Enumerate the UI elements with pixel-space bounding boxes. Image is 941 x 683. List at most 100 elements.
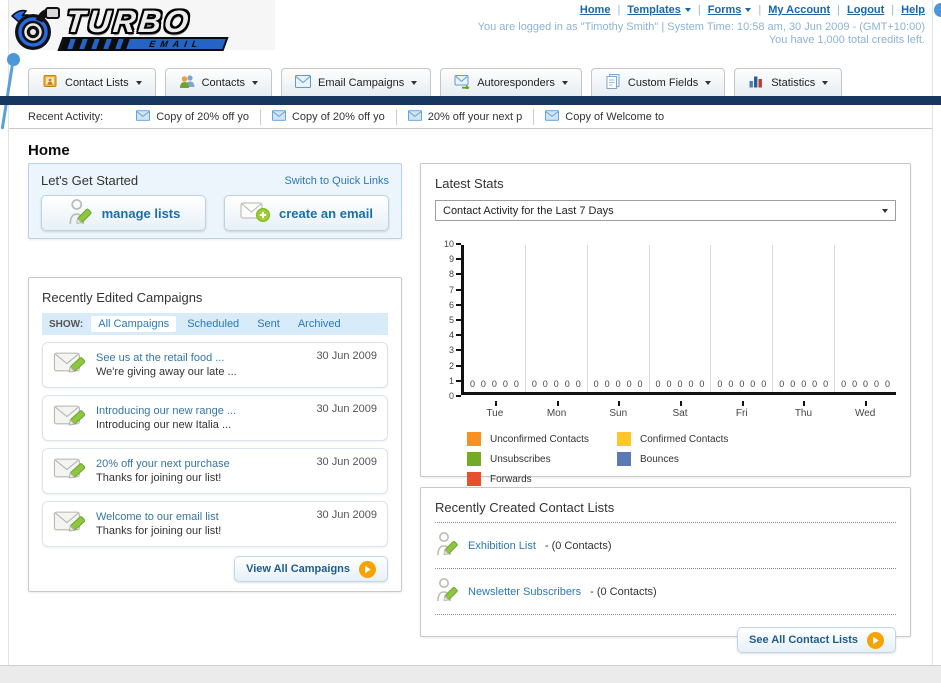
chart-value-label: 0: [480, 379, 486, 389]
chart-value-label: 0: [502, 379, 508, 389]
top-nav-my-account[interactable]: My Account: [768, 4, 830, 16]
chart-day-label: Tue: [464, 401, 526, 419]
campaign-subtitle: Introducing our new Italia ...: [96, 419, 232, 431]
chart-value-label: 0: [852, 379, 858, 389]
switch-quick-links-link[interactable]: Switch to Quick Links: [284, 175, 389, 187]
chart-value-label: 0: [469, 379, 475, 389]
campaign-subtitle: We're giving away our late ...: [96, 366, 237, 378]
tab-autoresponders[interactable]: Autoresponders: [440, 68, 582, 96]
recent-activity-item[interactable]: Copy of 20% off yo: [259, 108, 396, 125]
envelope-pencil-icon: [53, 402, 87, 434]
person-pencil-icon: [67, 198, 93, 229]
chart-y-tick: 3: [449, 345, 461, 355]
campaign-list-item[interactable]: See us at the retail food ... We're givi…: [42, 342, 388, 388]
chart-value-label: 0: [863, 379, 869, 389]
chart-day-label: Sun: [587, 401, 649, 419]
chart-y-tick: 8: [449, 269, 461, 279]
chart-value-label: 0: [874, 379, 880, 389]
contact-list-link[interactable]: Exhibition List: [468, 540, 536, 552]
legend-item: Unconfirmed Contacts: [467, 432, 617, 446]
chart-x-labels: Tue Mon Sun Sat Fri Thu Wed: [464, 401, 896, 419]
tab-custom-fields[interactable]: Custom Fields: [590, 68, 726, 96]
filter-all-campaigns[interactable]: All Campaigns: [91, 316, 177, 332]
arrow-right-icon: [867, 631, 884, 649]
chevron-down-icon: [882, 208, 888, 213]
chart-y-tick: 9: [449, 254, 461, 264]
envelope-plus-icon: [240, 201, 271, 226]
create-email-button[interactable]: create an email: [224, 195, 389, 231]
contact-list-count: - (0 Contacts): [544, 539, 612, 552]
campaign-title-link[interactable]: Welcome to our email list: [96, 511, 307, 523]
chart-value-label: 0: [604, 379, 610, 389]
main-nav-tabs: Contact Lists Contacts Email Campaigns A…: [28, 68, 843, 96]
chart-y-tick: 1: [449, 376, 461, 386]
campaign-title-link[interactable]: 20% off your next purchase: [96, 458, 307, 470]
contact-list-item: Newsletter Subscribers - (0 Contacts): [435, 576, 896, 607]
chart-value-label: 0: [728, 379, 734, 389]
logo-subtitle: EMAIL: [147, 39, 205, 49]
top-nav-logout[interactable]: Logout: [847, 4, 884, 16]
view-all-campaigns-button[interactable]: View All Campaigns: [234, 556, 388, 582]
filter-scheduled[interactable]: Scheduled: [180, 316, 246, 332]
chart-value-label: 0: [626, 379, 632, 389]
recent-activity-item[interactable]: 20% off your next p: [395, 108, 534, 125]
logo-stripes: [60, 39, 130, 49]
chevron-down-icon: [252, 80, 259, 85]
login-info: You are logged in as "Timothy Smith" | S…: [477, 21, 925, 33]
campaign-list-item[interactable]: Welcome to our email list Thanks for joi…: [42, 501, 388, 547]
recent-activity-bar: Recent Activity: Copy of 20% off yo Copy…: [9, 105, 932, 129]
chevron-down-icon: [822, 80, 829, 85]
top-nav-home[interactable]: Home: [580, 4, 611, 16]
tab-email-campaigns[interactable]: Email Campaigns: [281, 68, 432, 96]
dotted-divider: [435, 614, 896, 615]
legend-swatch: [467, 472, 481, 486]
dotted-divider: [435, 522, 896, 523]
see-all-contact-lists-button[interactable]: See All Contact Lists: [736, 627, 896, 653]
chevron-down-icon: [561, 80, 568, 85]
filter-sent[interactable]: Sent: [250, 316, 287, 332]
campaign-list-item[interactable]: Introducing our new range ... Introducin…: [42, 395, 388, 441]
tab-statistics[interactable]: Statistics: [734, 68, 843, 96]
contacts-icon: [179, 73, 195, 92]
campaign-date: 30 Jun 2009: [316, 403, 377, 415]
contact-list-link[interactable]: Newsletter Subscribers: [468, 586, 581, 598]
top-nav-templates[interactable]: Templates: [627, 4, 691, 16]
chart-value-label: 0: [593, 379, 599, 389]
navy-divider-bar: [0, 96, 941, 105]
filter-archived[interactable]: Archived: [291, 316, 348, 332]
legend-label: Bounces: [640, 453, 679, 465]
chart-value-label: 0: [637, 379, 643, 389]
campaign-date: 30 Jun 2009: [316, 509, 377, 521]
turbo-email-logo[interactable]: TURBO EMAIL: [8, 4, 238, 60]
chart-day-label: Sat: [649, 401, 711, 419]
top-nav-forms[interactable]: Forms: [708, 4, 752, 16]
person-pencil-icon: [435, 577, 459, 606]
chart-value-label: 0: [750, 379, 756, 389]
chart-value-label: 0: [841, 379, 847, 389]
recent-campaigns-title: Recently Edited Campaigns: [42, 290, 203, 305]
campaign-list-item[interactable]: 20% off your next purchase Thanks for jo…: [42, 448, 388, 494]
chart-day-label: Fri: [711, 401, 773, 419]
legend-item: Unsubscribes: [467, 452, 617, 466]
chart-value-label: 0: [688, 379, 694, 389]
chart-y-tick: 2: [449, 361, 461, 371]
top-nav-help[interactable]: Help: [901, 4, 925, 16]
tab-contacts[interactable]: Contacts: [164, 68, 273, 96]
chart-y-tick: 10: [444, 239, 461, 249]
tab-contact-lists[interactable]: Contact Lists: [28, 68, 156, 96]
recent-activity-item[interactable]: Copy of Welcome to: [533, 108, 675, 125]
chart-value-label: 0: [739, 379, 745, 389]
stats-period-select[interactable]: Contact Activity for the Last 7 Days: [435, 200, 896, 221]
manage-lists-button[interactable]: manage lists: [41, 195, 206, 231]
legend-swatch: [467, 452, 481, 466]
legend-item: Confirmed Contacts: [617, 432, 767, 446]
legend-swatch: [617, 432, 631, 446]
chart-value-label: 0: [790, 379, 796, 389]
envelope-icon: [271, 109, 286, 124]
decorative-dot: [934, 3, 941, 17]
chevron-down-icon: [411, 80, 418, 85]
campaign-title-link[interactable]: Introducing our new range ...: [96, 405, 307, 417]
recent-activity-item[interactable]: Copy of 20% off yo: [125, 109, 260, 125]
campaign-title-link[interactable]: See us at the retail food ...: [96, 352, 307, 364]
legend-label: Unconfirmed Contacts: [490, 433, 589, 445]
